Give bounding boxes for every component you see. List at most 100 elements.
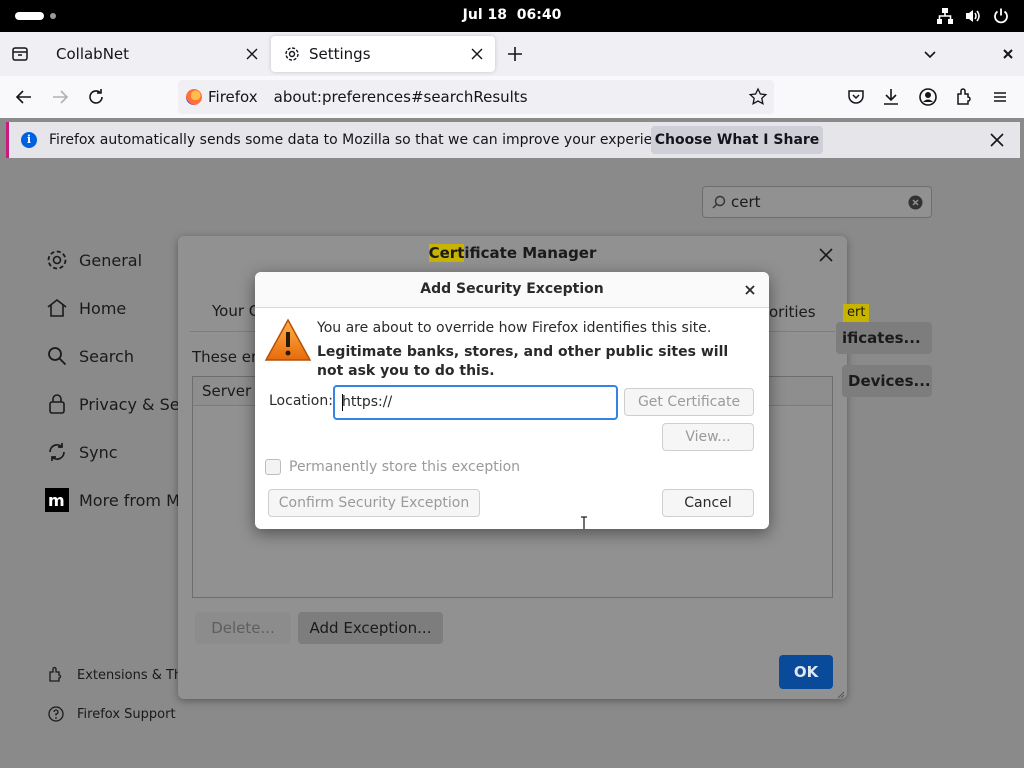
add-security-exception-dialog: Add Security Exception You are about to … [255, 272, 769, 529]
window-close-button[interactable] [996, 42, 1020, 66]
network-icon[interactable] [936, 7, 954, 25]
reload-button[interactable] [84, 85, 108, 109]
gear-icon [45, 248, 69, 272]
clock-time: 06:40 [516, 7, 562, 23]
identity-box[interactable]: Firefox [178, 80, 268, 114]
volume-icon[interactable] [964, 7, 982, 25]
search-highlight: ert [843, 304, 870, 322]
get-certificate-button[interactable]: Get Certificate [624, 388, 754, 416]
view-button[interactable]: View... [662, 423, 754, 451]
location-label: Location: [269, 393, 333, 409]
warning-bold-text: Legitimate banks, stores, and other publ… [317, 344, 729, 379]
search-icon [711, 194, 727, 210]
permanent-store-row[interactable]: Permanently store this exception [265, 459, 520, 475]
search-value: cert [731, 193, 761, 211]
warning-message: You are about to override how Firefox id… [317, 319, 757, 381]
tab-your-certificates[interactable]: Your C [212, 302, 259, 320]
navigation-toolbar: Firefox about:preferences#searchResults [0, 76, 1024, 118]
system-top-bar: Jul 18 06:40 [0, 0, 1024, 32]
title-rest: ificate Manager [464, 244, 597, 262]
footer-link-label: Firefox Support [77, 706, 176, 722]
category-search[interactable]: Search [45, 341, 134, 371]
delete-button[interactable]: Delete... [195, 612, 291, 644]
ibeam-cursor-icon [579, 515, 589, 529]
category-general[interactable]: General [45, 245, 142, 275]
footer-link-label: Extensions & The [77, 667, 191, 683]
url-bar[interactable]: Firefox about:preferences#searchResults [178, 80, 774, 114]
account-icon[interactable] [916, 85, 940, 109]
confirm-security-exception-button[interactable]: Confirm Security Exception [268, 489, 480, 517]
back-button[interactable] [12, 85, 36, 109]
notification-message: Firefox automatically sends some data to… [49, 132, 682, 148]
system-clock[interactable]: Jul 18 06:40 [0, 7, 1024, 23]
settings-search-input[interactable]: cert [702, 186, 932, 218]
close-icon[interactable] [988, 131, 1006, 149]
list-all-tabs-button[interactable] [918, 42, 942, 66]
category-label: More from Mo [79, 490, 190, 510]
firefox-logo-icon [186, 89, 202, 105]
clear-search-icon[interactable] [908, 195, 923, 210]
category-home[interactable]: Home [45, 293, 126, 323]
bookmark-star-icon[interactable] [748, 87, 768, 107]
url-text[interactable]: about:preferences#searchResults [268, 88, 528, 106]
extension-icon [47, 666, 65, 684]
cancel-button[interactable]: Cancel [662, 489, 754, 517]
identity-label: Firefox [208, 88, 258, 106]
resize-grip-icon[interactable] [835, 687, 845, 699]
dialog-title: Certificate Manager [178, 244, 847, 262]
close-icon[interactable] [817, 246, 835, 264]
tab-settings[interactable]: Settings [271, 36, 495, 72]
permanent-store-label: Permanently store this exception [289, 459, 521, 475]
add-exception-button[interactable]: Add Exception... [298, 612, 443, 644]
dialog-header: Add Security Exception [255, 272, 769, 308]
svg-text:m: m [48, 491, 65, 510]
ok-button[interactable]: OK [779, 655, 833, 689]
forward-button[interactable] [48, 85, 72, 109]
category-label: Sync [79, 442, 118, 462]
firefox-view-button[interactable] [6, 40, 34, 68]
category-label: Search [79, 346, 134, 366]
view-certificates-button[interactable]: ificates... [836, 322, 932, 354]
location-value: https:// [342, 394, 393, 410]
telemetry-notification-bar: i Firefox automatically sends some data … [6, 122, 1020, 158]
tab-label: CollabNet [56, 45, 130, 63]
help-icon [47, 705, 65, 723]
tab-collabnet[interactable]: CollabNet [44, 36, 270, 72]
firefox-support-link[interactable]: Firefox Support [47, 705, 176, 723]
tab-authorities-peek[interactable]: orities [769, 303, 816, 321]
close-icon[interactable] [469, 46, 485, 62]
category-sync[interactable]: Sync [45, 437, 118, 467]
tab-label: Settings [309, 45, 371, 63]
category-privacy-security[interactable]: Privacy & Secu [45, 389, 199, 419]
system-tray[interactable] [936, 7, 1010, 25]
close-icon[interactable] [244, 46, 260, 62]
new-tab-button[interactable] [503, 42, 527, 66]
clock-date: Jul 18 [462, 7, 507, 23]
category-more-from-mozilla[interactable]: m More from Mo [45, 485, 190, 515]
power-icon[interactable] [992, 7, 1010, 25]
security-devices-button[interactable]: Devices... [842, 365, 932, 397]
choose-what-i-share-button[interactable]: Choose What I Share [651, 126, 823, 154]
gear-icon [283, 45, 301, 63]
text-caret [342, 394, 343, 411]
info-icon: i [21, 132, 37, 148]
lock-icon [45, 392, 69, 416]
search-icon [45, 344, 69, 368]
tab-strip: CollabNet Settings [0, 32, 1024, 76]
downloads-icon[interactable] [879, 85, 903, 109]
warning-text: You are about to override how Firefox id… [317, 320, 712, 336]
category-label: Home [79, 298, 127, 318]
extensions-themes-link[interactable]: Extensions & The [47, 666, 190, 684]
permanent-store-checkbox[interactable] [265, 459, 281, 475]
sync-icon [45, 440, 69, 464]
category-label: General [79, 250, 143, 270]
hamburger-menu-icon[interactable] [988, 85, 1012, 109]
mozilla-icon: m [45, 488, 69, 512]
home-icon [45, 296, 69, 320]
location-input[interactable]: https:// [333, 385, 618, 529]
dialog-title: Add Security Exception [420, 281, 604, 297]
extensions-icon[interactable] [952, 85, 976, 109]
warning-icon [264, 318, 312, 362]
close-icon[interactable] [743, 283, 757, 297]
pocket-icon[interactable] [844, 85, 868, 109]
